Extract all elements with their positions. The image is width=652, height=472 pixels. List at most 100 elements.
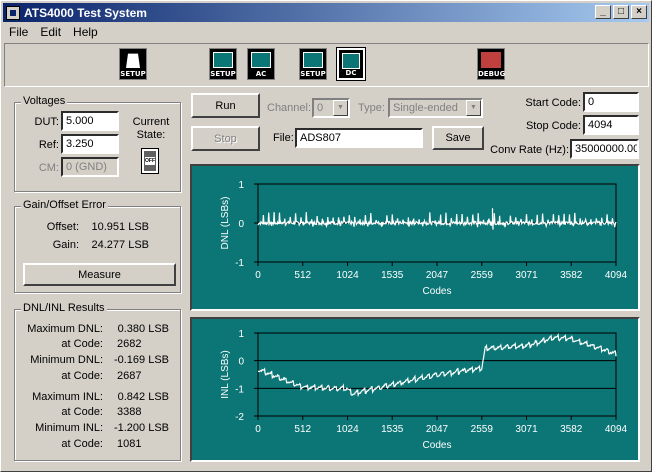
conv-rate-input[interactable]: 35000000.00 [570,139,639,159]
dnl-plot-panel: 1 0 -1 0 512 1024 1535 2047 2559 3071 3582 4094 Code… [190,164,640,311]
run-button[interactable]: Run [191,93,260,118]
debug-tool-label: DEBUG [478,70,506,78]
dnl-x-tick-label: 3071 [515,270,538,281]
window-title: ATS4000 Test System [24,5,147,20]
stop-code-label: Stop Code: [525,120,581,132]
chevron-down-icon[interactable]: ▼ [333,100,348,116]
inl-y-tick-label: -1 [235,384,244,395]
dnl-y-axis-label: DNL (LSBs) [220,197,231,250]
dnl-y-tick-label: 0 [238,219,244,230]
min-dnl-code-label: at Code: [61,370,103,382]
inl-x-tick-label: 1024 [336,424,359,435]
inl-series-line [257,332,617,398]
max-dnl-code-label: at Code: [61,338,103,350]
ref-label: Ref: [38,139,59,151]
current-state-label: Current State: [132,116,170,141]
gain-offset-title: Gain/Offset Error [21,199,108,211]
gain-value: 24.277 LSB [91,239,150,251]
inl-x-axis-label: Codes [423,440,452,451]
menu-help[interactable]: Help [67,25,104,39]
inl-x-tick-label: 1535 [381,424,404,435]
dnl-x-axis-label: Codes [423,286,452,297]
dnl-x-tick-label: 4094 [605,270,628,281]
dnl-x-tick-label: 1024 [336,270,359,281]
title-bar[interactable]: ATS4000 Test System _ □ × [3,3,649,22]
ref-voltage-input[interactable]: 3.250 [61,134,119,154]
max-dnl-label: Maximum DNL: [27,323,103,335]
min-inl-label: Minimum INL: [35,422,103,434]
max-inl-code: 3388 [117,406,142,418]
ac-setup-tool-button[interactable]: SETUP [209,48,237,80]
cm-label: CM: [38,162,59,174]
dnl-x-tick-label: 0 [255,270,261,281]
inl-x-tick-label: 0 [255,424,261,435]
dnl-x-tick-label: 512 [294,270,311,281]
inl-x-tick-label: 4094 [605,424,628,435]
inl-x-tick-label: 2559 [471,424,494,435]
file-name-input[interactable]: ADS807 [295,128,423,148]
conv-rate-label: Conv Rate (Hz): [490,144,569,156]
offset-value: 10.951 LSB [91,221,150,233]
dc-tool-button[interactable]: DC [336,47,366,81]
ac-tool-label: AC [255,70,267,78]
min-dnl-value: -0.169 LSB [113,354,169,366]
debug-tools-icon [481,52,501,68]
stop-button[interactable]: Stop [191,126,260,151]
power-switch-icon[interactable]: OFF [141,148,159,174]
ac-tool-button[interactable]: AC [247,48,275,80]
dut-label: DUT: [34,116,59,128]
max-dnl-code: 2682 [117,338,142,350]
min-dnl-label: Minimum DNL: [30,354,103,366]
chevron-down-icon[interactable]: ▼ [466,100,481,116]
inl-plot-panel: 1 0 -1 -2 0 512 1024 1535 2047 2559 3071 3582 4094 Co… [190,317,640,462]
menu-edit[interactable]: Edit [34,25,67,39]
inl-x-tick-label: 512 [294,424,311,435]
save-button[interactable]: Save [432,126,484,150]
dc-tool-label: DC [345,69,357,77]
channel-select[interactable]: 0 ▼ [312,98,350,118]
inl-y-axis-label: INL (LSBs) [220,350,231,399]
minimize-button[interactable]: _ [595,5,611,19]
maximize-button[interactable]: □ [613,5,629,19]
dc-setup-tool-button[interactable]: SETUP [299,48,327,80]
dnl-chart: 1 0 -1 0 512 1024 1535 2047 2559 3071 3582 4094 Code… [220,180,628,297]
ac-setup-tool-label: SETUP [210,70,236,78]
inl-y-tick-label: 0 [238,357,244,368]
cm-voltage-input: 0 (GND) [61,157,119,177]
setup-tool-button[interactable]: SETUP [119,48,147,80]
dnl-y-tick-label: 1 [238,180,244,191]
channel-label: Channel: [267,102,312,114]
inl-x-tick-label: 3582 [560,424,583,435]
channel-value: 0 [317,102,324,114]
dc-setup-tool-label: SETUP [300,70,326,78]
menu-bar: File Edit Help [3,23,104,41]
dc-wave-icon [342,53,360,69]
max-dnl-value: 0.380 LSB [117,323,169,335]
inl-y-tick-label: 1 [238,329,244,340]
start-code-input[interactable]: 0 [583,92,639,112]
start-code-label: Start Code: [525,97,581,109]
app-icon [6,5,20,20]
menu-file[interactable]: File [3,25,34,39]
type-label: Type: [358,102,385,114]
max-inl-value: 0.842 LSB [117,391,169,403]
toolbar: SETUP SETUP AC SETUP DC DEBUG [4,43,649,87]
dnl-x-tick-label: 3582 [560,270,583,281]
dnl-x-tick-label: 2047 [426,270,449,281]
stop-code-input[interactable]: 4094 [583,115,639,135]
max-inl-label: Maximum INL: [32,391,103,403]
inl-y-tick-label: -2 [235,412,244,423]
min-dnl-code: 2687 [117,370,142,382]
file-label: File: [273,132,294,144]
min-inl-code: 1081 [117,438,142,450]
dut-voltage-input[interactable]: 5.000 [61,111,119,131]
dnl-inl-title: DNL/INL Results [21,302,107,314]
min-inl-value: -1.200 LSB [113,422,169,434]
type-value: Single-ended [393,102,458,114]
debug-tool-button[interactable]: DEBUG [477,48,505,80]
voltages-title: Voltages [21,95,68,107]
ac-wave-icon [251,52,271,68]
close-button[interactable]: × [631,5,647,19]
type-select[interactable]: Single-ended ▼ [388,98,483,118]
measure-button[interactable]: Measure [23,263,176,286]
